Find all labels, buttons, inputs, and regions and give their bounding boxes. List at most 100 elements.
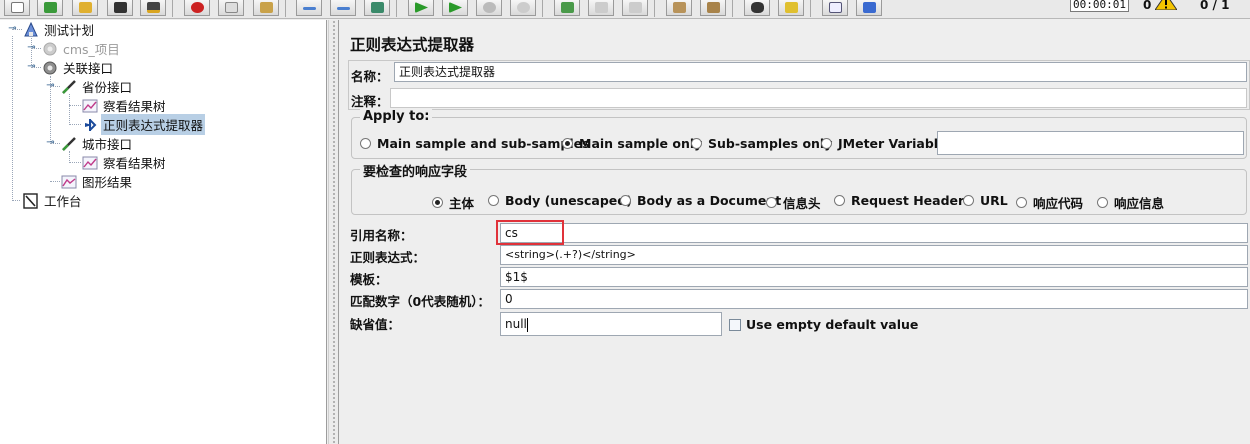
collapse-icon[interactable] — [330, 0, 356, 16]
remote-shutdown-icon[interactable] — [622, 0, 648, 16]
name-label: 名称： — [351, 69, 389, 84]
help-icon[interactable] — [856, 0, 882, 16]
template-label: 模板： — [350, 272, 388, 287]
test-plan-icon — [24, 21, 38, 36]
reference-name-field[interactable]: cs — [500, 223, 1248, 243]
regex-field[interactable]: <string>(.+?)</string> — [500, 245, 1248, 265]
clear-icon[interactable] — [666, 0, 692, 16]
page-title: 正则表达式提取器 — [350, 36, 475, 54]
tree-node-results-tree[interactable]: 察看结果树 — [81, 96, 168, 115]
open-icon[interactable] — [72, 0, 98, 16]
match-number-label: 匹配数字（0代表随机）： — [350, 294, 490, 309]
annotation-highlight-box — [496, 220, 564, 245]
comment-field[interactable] — [390, 88, 1247, 108]
split-pane-divider[interactable] — [328, 20, 339, 444]
test-plan-tree[interactable]: ⊸ ⊸ ⊸ ⊸ ⊸ 测试计划 cms_项目 关联接口 省份接口 察看结果树 正则… — [0, 20, 327, 444]
thread-group-icon — [43, 61, 57, 74]
copy-icon[interactable] — [218, 0, 244, 16]
http-sampler-icon — [62, 79, 76, 94]
apply-jmeter-variable-radio[interactable]: JMeter Variable — [821, 136, 947, 151]
check-body-as-document-radio[interactable]: Body as a Document — [620, 193, 781, 208]
tree-node-label: 察看结果树 — [103, 156, 166, 171]
apply-main-only-radio[interactable]: Main sample only — [562, 136, 702, 151]
remote-stop-icon[interactable] — [588, 0, 614, 16]
use-empty-default-checkbox[interactable]: Use empty default value — [729, 317, 918, 332]
tree-node-label: 图形结果 — [82, 175, 133, 190]
save-icon[interactable] — [107, 0, 133, 16]
tree-node-label: 察看结果树 — [103, 99, 166, 114]
cut-icon[interactable] — [184, 0, 210, 16]
collapse-toggle[interactable]: ⊸ — [8, 24, 17, 34]
tree-node-label: 城市接口 — [82, 137, 133, 152]
expand-toggle[interactable]: ⊸ — [27, 43, 36, 53]
jmeter-window: 00:00:01 0 0 / 1 ⊸ ⊸ ⊸ ⊸ ⊸ 测试计划 cms_项目 关… — [0, 0, 1250, 444]
tree-node-thread-group-cms[interactable]: cms_项目 — [41, 39, 122, 58]
comment-label: 注释： — [351, 94, 389, 109]
default-value-label: 缺省值： — [350, 317, 401, 332]
shutdown-icon[interactable] — [510, 0, 536, 16]
tree-node-thread-group-related[interactable]: 关联接口 — [41, 58, 115, 77]
apply-to-title: Apply to: — [360, 109, 433, 124]
listener-icon — [82, 99, 98, 112]
regex-extractor-panel: 正则表达式提取器 名称： 正则表达式提取器 注释： Apply to: Main… — [340, 20, 1250, 444]
collapse-toggle[interactable]: ⊸ — [46, 81, 55, 91]
match-number-field[interactable]: 0 — [500, 289, 1248, 309]
check-body-unescaped-radio[interactable]: Body (unescaped) — [488, 193, 632, 208]
function-helper-icon[interactable] — [822, 0, 848, 16]
tree-node-workbench[interactable]: 工作台 — [22, 191, 84, 210]
templates-icon[interactable] — [37, 0, 63, 16]
stop-icon[interactable] — [476, 0, 502, 16]
apply-sub-only-radio[interactable]: Sub-samples only — [691, 136, 832, 151]
name-field[interactable]: 正则表达式提取器 — [394, 62, 1247, 82]
toggle-icon[interactable] — [364, 0, 390, 16]
tree-node-province-sampler[interactable]: 省份接口 — [60, 77, 134, 96]
regex-label: 正则表达式： — [350, 250, 426, 265]
tree-node-label: 正则表达式提取器 — [101, 114, 206, 135]
tree-node-regex-extractor[interactable]: 正则表达式提取器 — [81, 114, 206, 135]
start-icon[interactable] — [408, 0, 434, 16]
field-to-check-title: 要检查的响应字段 — [360, 161, 471, 180]
check-url-radio[interactable]: URL — [963, 193, 1008, 208]
tree-node-label: 工作台 — [44, 194, 82, 209]
check-request-headers-radio[interactable]: Request Headers — [834, 193, 972, 208]
error-count: 0 — [1143, 0, 1152, 12]
jmeter-variable-field[interactable] — [937, 131, 1244, 155]
start-no-pause-icon[interactable] — [442, 0, 468, 16]
tree-node-test-plan[interactable]: 测试计划 — [22, 20, 96, 39]
clear-all-icon[interactable] — [700, 0, 726, 16]
http-sampler-icon — [62, 136, 76, 151]
thread-group-icon — [43, 42, 57, 55]
default-value-text: null — [505, 317, 527, 331]
collapse-toggle[interactable]: ⊸ — [27, 62, 36, 72]
workbench-icon — [23, 192, 38, 209]
collapse-toggle[interactable]: ⊸ — [46, 138, 55, 148]
check-response-message-radio[interactable]: 响应信息 — [1097, 193, 1164, 212]
reset-search-icon[interactable] — [778, 0, 804, 16]
new-icon[interactable] — [4, 0, 30, 16]
default-value-field[interactable]: null — [500, 312, 722, 336]
expand-icon[interactable] — [296, 0, 322, 16]
tree-node-results-tree[interactable]: 察看结果树 — [81, 153, 168, 172]
tree-node-label: 省份接口 — [82, 80, 133, 95]
active-threads: 0 / 1 — [1200, 0, 1230, 12]
tree-node-graph-results[interactable]: 图形结果 — [60, 172, 134, 191]
save-as-icon[interactable] — [140, 0, 166, 16]
tree-node-city-sampler[interactable]: 城市接口 — [60, 134, 134, 153]
toolbar: 00:00:01 0 0 / 1 — [0, 0, 1250, 19]
remote-start-icon[interactable] — [554, 0, 580, 16]
template-field[interactable]: $1$ — [500, 267, 1248, 287]
reference-name-label: 引用名称： — [350, 228, 413, 243]
graph-icon — [61, 175, 77, 188]
paste-icon[interactable] — [253, 0, 279, 16]
search-icon[interactable] — [744, 0, 770, 16]
check-response-code-radio[interactable]: 响应代码 — [1016, 193, 1083, 212]
tree-node-label: 关联接口 — [63, 61, 114, 76]
check-body-radio[interactable]: 主体 — [432, 193, 474, 212]
text-cursor — [526, 317, 528, 332]
warning-icon — [1155, 0, 1177, 10]
check-headers-radio[interactable]: 信息头 — [766, 193, 821, 212]
tree-node-label: 测试计划 — [44, 23, 95, 38]
apply-main-and-sub-radio[interactable]: Main sample and sub-samples — [360, 136, 590, 151]
elapsed-timer: 00:00:01 — [1070, 0, 1129, 12]
listener-icon — [82, 156, 98, 169]
